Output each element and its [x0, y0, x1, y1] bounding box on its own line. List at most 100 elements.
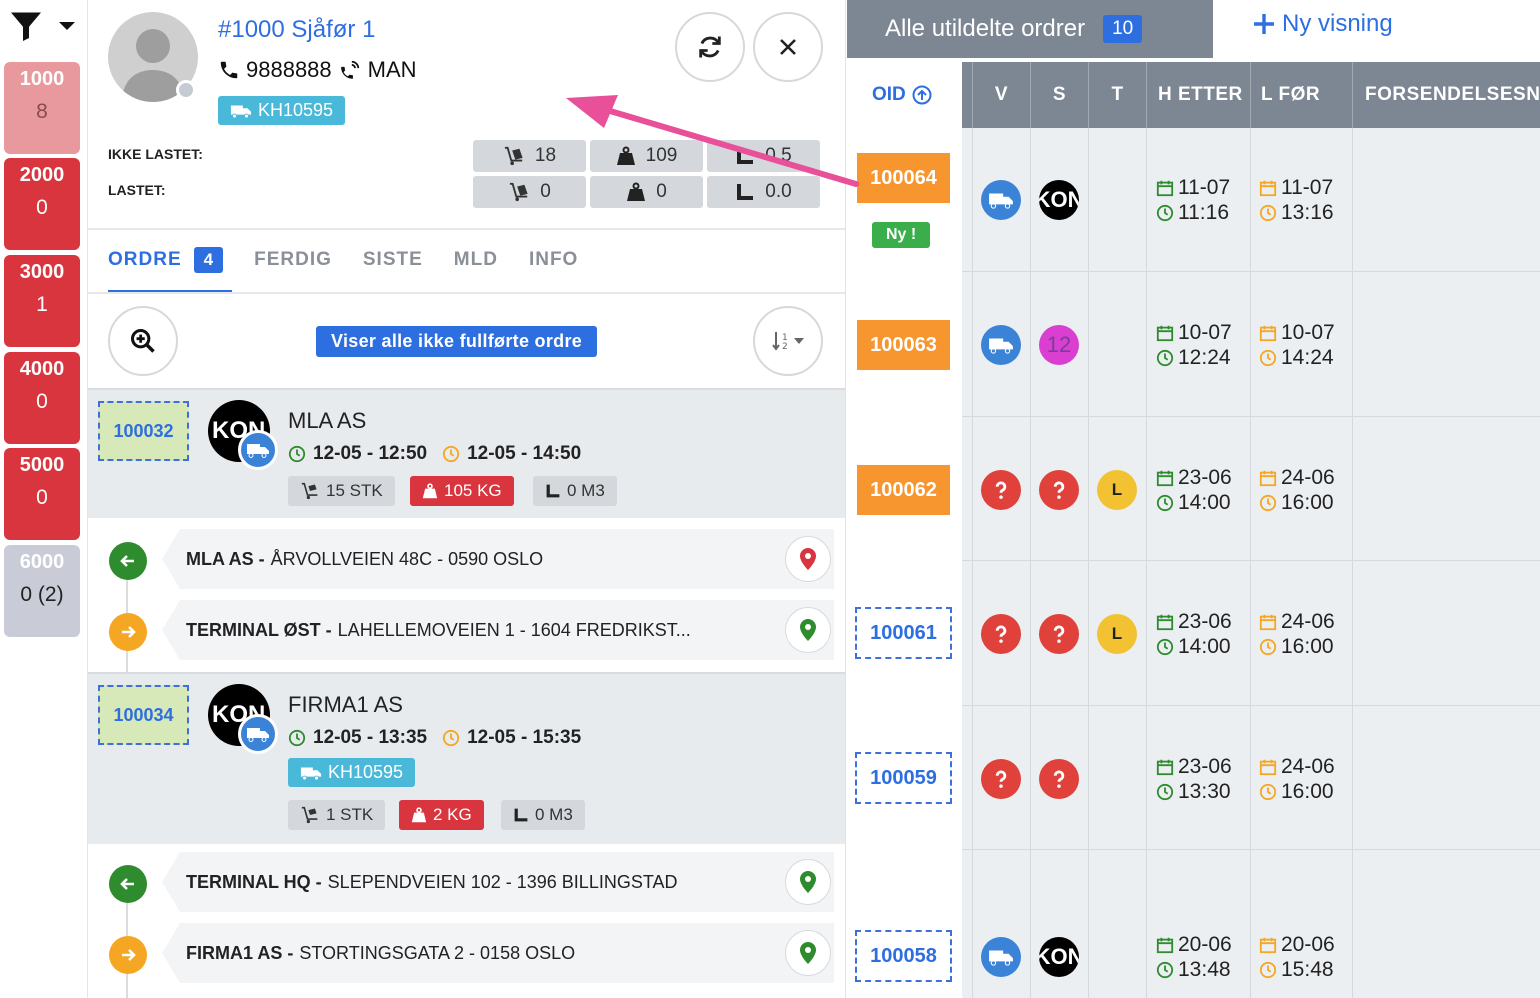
vehicle-chip[interactable]: KH10595: [218, 96, 346, 125]
driver-title[interactable]: #1000 Sjåfør 1: [218, 16, 375, 44]
ruler-icon: [737, 148, 754, 164]
weight-icon: [422, 483, 438, 499]
tab-ordre[interactable]: ORDRE 4: [108, 242, 224, 278]
tab-siste[interactable]: SISTE: [363, 242, 423, 278]
route-number: 4000: [19, 358, 65, 380]
stop-row-delivery: TERMINAL ØST - LAHELLEMOVEIEN 1 - 1604 F…: [88, 594, 845, 666]
route-count: 0: [36, 390, 48, 413]
sort-button[interactable]: 12: [753, 306, 823, 376]
column-header-h-etter[interactable]: H ETTER: [1146, 62, 1250, 128]
column-header-forsendelsesnr[interactable]: FORSENDELSESNR: [1352, 62, 1540, 128]
unassigned-order-id[interactable]: 100064: [857, 153, 950, 203]
clock-icon: [288, 445, 306, 463]
stop-address: TERMINAL HQ - SLEPENDVEIEN 102 - 1396 BI…: [162, 852, 834, 912]
stop-name: TERMINAL ØST -: [186, 619, 332, 640]
stop-addr: STORTINGSGATA 2 - 0158 OSLO: [299, 942, 576, 963]
pickup-after: 20-06 13:48: [1156, 932, 1232, 982]
order-id[interactable]: 100032: [98, 401, 189, 461]
map-pin-button[interactable]: [785, 607, 831, 653]
sort-numeric-icon: 12: [772, 332, 788, 352]
route-box-2000[interactable]: 2000 0: [4, 158, 80, 250]
clock-icon: [1156, 961, 1174, 978]
zoom-button[interactable]: [108, 306, 178, 376]
weight-chip: 105 KG: [410, 476, 514, 506]
map-pin-button[interactable]: [785, 859, 831, 905]
zoom-in-icon: [130, 328, 155, 353]
not-loaded-weight: 109: [590, 140, 703, 172]
stop-addr: ÅRVOLLVEIEN 48C - 0590 OSLO: [270, 548, 544, 569]
column-header-t[interactable]: T: [1088, 62, 1146, 128]
map-pin-icon: [800, 619, 816, 641]
tab-info[interactable]: INFO: [529, 242, 578, 278]
kon-logo-icon: KON: [1039, 180, 1079, 220]
calendar-icon: [1259, 325, 1277, 341]
unassigned-order-id[interactable]: 100062: [857, 465, 950, 515]
calendar-icon: [1156, 614, 1174, 630]
loaded-pallets: 0: [473, 176, 586, 208]
refresh-icon: [699, 36, 721, 58]
volume-chip: 0 M3: [501, 800, 585, 830]
map-pin-button[interactable]: [785, 930, 831, 976]
delivery-arrow-icon: [109, 936, 147, 974]
weight-chip: 2 KG: [399, 800, 484, 830]
oid-sort-header[interactable]: OID: [872, 84, 932, 106]
route-box-3000[interactable]: 3000 1: [4, 255, 80, 347]
calendar-icon: [1156, 470, 1174, 486]
new-view-button[interactable]: Ny visning: [1252, 10, 1393, 38]
ruler-icon: [514, 808, 528, 822]
app-root: 1000 8 2000 0 3000 1 4000 0 5000 0 6000 …: [0, 0, 1540, 998]
stop-row-pickup: TERMINAL HQ - SLEPENDVEIEN 102 - 1396 BI…: [88, 846, 845, 918]
hand-truck-icon: [301, 806, 318, 824]
plus-icon: [1254, 14, 1274, 34]
order-card[interactable]: 100034 KON FIRMA1 AS 12-05 - 13:35 12-05…: [88, 672, 845, 844]
order-card[interactable]: 100032 KON MLA AS 12-05 - 12:50 12-05 - …: [88, 388, 845, 518]
route-number: 1000: [19, 68, 65, 90]
clock-icon: [1259, 638, 1277, 655]
column-header-s[interactable]: S: [1030, 62, 1088, 128]
question-icon: [981, 759, 1021, 799]
refresh-button[interactable]: [675, 12, 745, 82]
vehicle-label: KH10595: [258, 100, 334, 120]
weight-icon: [627, 182, 646, 201]
calendar-icon: [1259, 614, 1277, 630]
deliver-before: 20-06 15:48: [1259, 932, 1335, 982]
route-number: 5000: [19, 454, 65, 476]
route-box-1000[interactable]: 1000 8: [4, 62, 80, 154]
unassigned-order-id[interactable]: 100061: [855, 607, 952, 659]
order-id[interactable]: 100034: [98, 685, 189, 745]
caret-down-icon: [794, 338, 804, 344]
close-button[interactable]: [753, 12, 823, 82]
tab-ferdig[interactable]: FERDIG: [254, 242, 332, 278]
quantity-chip: 1 STK: [288, 800, 386, 830]
unassigned-order-id[interactable]: 100063: [857, 320, 950, 370]
pickup-arrow-icon: [109, 542, 147, 580]
orders-grid: V S T H ETTER L FØR FORSENDELSESNR KON 1…: [962, 62, 1540, 998]
loaded-weight: 0: [590, 176, 703, 208]
unassigned-order-id[interactable]: 100059: [855, 752, 952, 804]
route-box-4000[interactable]: 4000 0: [4, 352, 80, 444]
stop-row-pickup: MLA AS - ÅRVOLLVEIEN 48C - 0590 OSLO: [88, 523, 845, 595]
vehicle-chip[interactable]: KH10595: [288, 758, 416, 787]
clock-icon: [442, 729, 460, 747]
tab-mld[interactable]: MLD: [454, 242, 498, 278]
delivery-time: 12-05 - 15:35: [467, 727, 582, 748]
map-pin-button[interactable]: [785, 536, 831, 582]
weight-icon: [616, 146, 635, 165]
stop-addr: LAHELLEMOVEIEN 1 - 1604 FREDRIKST...: [337, 619, 691, 640]
unassigned-orders-view: Alle utildelte ordrer 10 Ny visning OID …: [846, 0, 1540, 998]
calendar-icon: [1259, 937, 1277, 953]
column-header-v[interactable]: V: [972, 62, 1030, 128]
unassigned-order-id[interactable]: 100058: [855, 930, 952, 982]
tab-unassigned-orders[interactable]: Alle utildelte ordrer 10: [847, 0, 1213, 58]
stop-address: FIRMA1 AS - STORTINGSGATA 2 - 0158 OSLO: [162, 923, 834, 983]
route-box-6000[interactable]: 6000 0 (2): [4, 545, 80, 637]
stop-name: TERMINAL HQ -: [186, 871, 322, 892]
stop-address: MLA AS - ÅRVOLLVEIEN 48C - 0590 OSLO: [162, 529, 834, 589]
filter-button[interactable]: [4, 6, 84, 46]
route-box-5000[interactable]: 5000 0: [4, 448, 80, 540]
sort-up-circle-icon: [912, 85, 932, 105]
not-loaded-volume: 0.5: [707, 140, 820, 172]
pickup-after: 23-06 14:00: [1156, 465, 1232, 515]
clock-icon: [1156, 783, 1174, 800]
column-header-l-for[interactable]: L FØR: [1250, 62, 1352, 128]
